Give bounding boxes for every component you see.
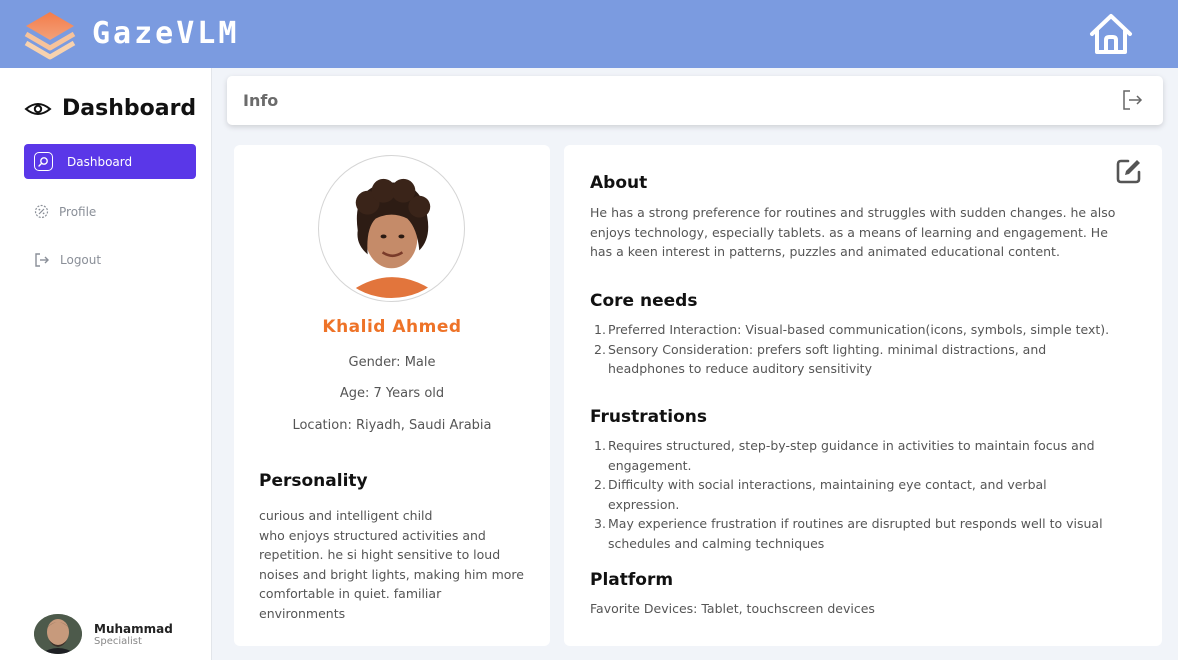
core-needs-list: 1. Preferred Interaction: Visual-based c… bbox=[590, 320, 1150, 379]
home-icon[interactable] bbox=[1088, 12, 1134, 56]
user-name: Muhammad bbox=[94, 621, 173, 636]
avatar bbox=[34, 614, 82, 654]
list-text: Difficulty with social interactions, mai… bbox=[608, 477, 1047, 492]
list-number: 3. bbox=[594, 516, 606, 531]
sidebar-item-logout[interactable]: Logout bbox=[34, 252, 101, 268]
list-number: 2. bbox=[594, 477, 606, 492]
personality-line: who enjoys structured activities and bbox=[259, 527, 486, 543]
sidebar-title: Dashboard bbox=[24, 96, 196, 121]
frustrations-list: 1. Requires structured, step-by-step gui… bbox=[590, 436, 1150, 553]
top-bar: GazeVLM bbox=[0, 0, 1178, 68]
personality-line: repetition. he si hight sensitive to lou… bbox=[259, 547, 501, 562]
info-bar: Info bbox=[227, 76, 1163, 125]
platform-text: Favorite Devices: Tablet, touchscreen de… bbox=[590, 601, 875, 616]
sidebar: Dashboard Dashboard Profile Logout Muham… bbox=[0, 68, 212, 660]
sidebar-title-text: Dashboard bbox=[62, 96, 197, 121]
list-item: 2. Difficulty with social interactions, … bbox=[590, 475, 1150, 514]
sidebar-item-label: Logout bbox=[60, 253, 102, 267]
gender-text: Gender: Male bbox=[348, 355, 436, 370]
brand-name: GazeVLM bbox=[92, 16, 240, 51]
sidebar-item-label: Profile bbox=[59, 204, 97, 219]
current-user[interactable]: Muhammad Specialist bbox=[34, 614, 173, 654]
profile-icon bbox=[34, 204, 49, 219]
personality-line: curious and intelligent child bbox=[259, 508, 433, 523]
about-title: About bbox=[590, 173, 648, 193]
age-text: Age: 7 Years old bbox=[339, 386, 445, 401]
list-number: 2. bbox=[594, 341, 606, 357]
child-name: Khalid Ahmed bbox=[322, 317, 462, 337]
list-number: 1. bbox=[594, 438, 606, 453]
list-item: 2. Sensory Consideration: prefers soft l… bbox=[590, 340, 1150, 379]
personality-text: curious and intelligent child who enjoys… bbox=[259, 506, 544, 623]
list-text: engagement. bbox=[608, 457, 692, 473]
list-text: schedules and calming techniques bbox=[608, 535, 825, 551]
list-number: 1. bbox=[594, 322, 606, 337]
about-line: has a keen interest in patterns, puzzles… bbox=[590, 244, 1060, 259]
edit-icon[interactable] bbox=[1116, 158, 1142, 184]
location-text: Location: Riyadh, Saudi Arabia bbox=[292, 418, 492, 433]
info-label: Info bbox=[243, 91, 279, 110]
profile-photo bbox=[318, 155, 465, 302]
logout-icon bbox=[35, 253, 49, 267]
layers-icon[interactable] bbox=[22, 10, 78, 62]
personality-title: Personality bbox=[259, 471, 368, 491]
list-text: Sensory Consideration: prefers soft ligh… bbox=[608, 341, 1047, 357]
child-photo bbox=[322, 159, 461, 298]
frustrations-title: Frustrations bbox=[590, 407, 707, 427]
list-text: Preferred Interaction: Visual-based comm… bbox=[608, 322, 1110, 337]
user-role: Specialist bbox=[94, 635, 142, 647]
personality-line: comfortable in quiet. familiar bbox=[259, 586, 442, 601]
sidebar-item-dashboard[interactable]: Dashboard bbox=[24, 144, 196, 179]
list-item: 1. Preferred Interaction: Visual-based c… bbox=[590, 320, 1150, 340]
exit-icon[interactable] bbox=[1121, 89, 1143, 111]
sidebar-item-profile[interactable]: Profile bbox=[34, 204, 96, 219]
list-item: 1. Requires structured, step-by-step gui… bbox=[590, 436, 1150, 475]
dashboard-icon bbox=[34, 152, 53, 171]
eye-icon bbox=[24, 102, 52, 115]
about-line: He has a strong preference for routines … bbox=[590, 205, 1116, 220]
list-text: Requires structured, step-by-step guidan… bbox=[608, 438, 1095, 453]
list-text: headphones to reduce auditory sensitivit… bbox=[608, 361, 872, 376]
details-card: About He has a strong preference for rou… bbox=[564, 145, 1162, 646]
about-text: He has a strong preference for routines … bbox=[590, 203, 1145, 262]
personality-line: environments bbox=[259, 605, 346, 621]
list-text: expression. bbox=[608, 496, 680, 512]
list-text: May experience frustration if routines a… bbox=[608, 516, 1103, 531]
platform-title: Platform bbox=[590, 570, 674, 590]
core-needs-title: Core needs bbox=[590, 291, 698, 311]
sidebar-item-label: Dashboard bbox=[67, 154, 133, 169]
about-line: enjoys technology, especially tablets. a… bbox=[590, 224, 1108, 240]
profile-card: Khalid Ahmed Gender: Male Age: 7 Years o… bbox=[234, 145, 550, 646]
personality-line: noises and bright lights, making him mor… bbox=[259, 566, 524, 582]
list-item: 3. May experience frustration if routine… bbox=[590, 514, 1150, 553]
